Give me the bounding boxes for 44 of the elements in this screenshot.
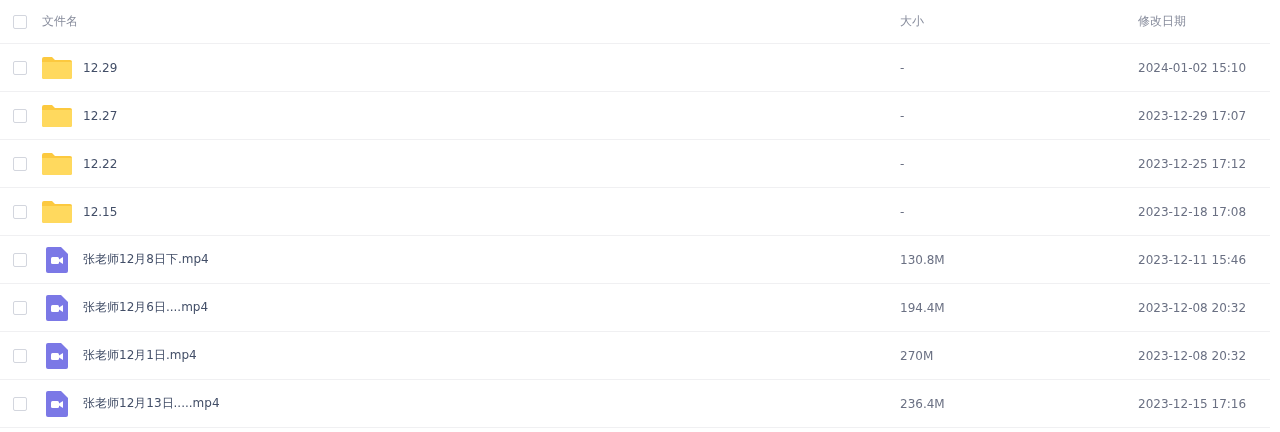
file-size: - <box>900 108 905 123</box>
checkbox[interactable] <box>13 60 27 75</box>
file-size: - <box>900 204 905 219</box>
file-name[interactable]: 12.15 <box>83 204 118 219</box>
modified-date: 2023-12-15 17:16 <box>1138 396 1247 411</box>
file-name[interactable]: 张老师12月13日.....mp4 <box>83 395 220 412</box>
file-name[interactable]: 张老师12月8日下.mp4 <box>83 251 209 268</box>
column-header[interactable]: 修改日期 <box>1138 14 1186 28</box>
file-name[interactable]: 12.29 <box>83 60 118 75</box>
file-size: 270M <box>900 348 934 363</box>
modified-date: 2024-01-02 15:10 <box>1138 60 1247 75</box>
file-size: 236.4M <box>900 396 945 411</box>
modified-date: 2023-12-25 17:12 <box>1138 156 1247 171</box>
checkbox[interactable] <box>13 348 27 363</box>
modified-date: 2023-12-11 15:46 <box>1138 252 1247 267</box>
video-file-icon <box>46 294 68 321</box>
checkbox[interactable] <box>13 300 27 315</box>
folder-icon <box>42 56 72 79</box>
folder-icon <box>42 152 72 175</box>
folder-icon <box>42 104 72 127</box>
checkbox[interactable] <box>13 252 27 267</box>
checkbox[interactable] <box>13 204 27 219</box>
checkbox[interactable] <box>13 14 27 29</box>
video-file-icon <box>46 390 68 417</box>
modified-date: 2023-12-18 17:08 <box>1138 204 1247 219</box>
video-file-icon <box>46 246 68 273</box>
modified-date: 2023-12-08 20:32 <box>1138 348 1247 363</box>
file-size: - <box>900 156 905 171</box>
checkbox[interactable] <box>13 396 27 411</box>
file-name[interactable]: 张老师12月6日....mp4 <box>83 299 209 316</box>
file-name[interactable]: 张老师12月1日.mp4 <box>83 347 197 364</box>
column-header[interactable]: 大小 <box>900 14 924 28</box>
file-size: 194.4M <box>900 300 945 315</box>
video-file-icon <box>46 342 68 369</box>
file-size: - <box>900 60 905 75</box>
folder-icon <box>42 200 72 223</box>
modified-date: 2023-12-29 17:07 <box>1138 108 1247 123</box>
file-name[interactable]: 12.27 <box>83 108 118 123</box>
checkbox[interactable] <box>13 108 27 123</box>
modified-date: 2023-12-08 20:32 <box>1138 300 1247 315</box>
file-name[interactable]: 12.22 <box>83 156 118 171</box>
column-header[interactable]: 文件名 <box>42 13 78 30</box>
file-size: 130.8M <box>900 252 945 267</box>
checkbox[interactable] <box>13 156 27 171</box>
